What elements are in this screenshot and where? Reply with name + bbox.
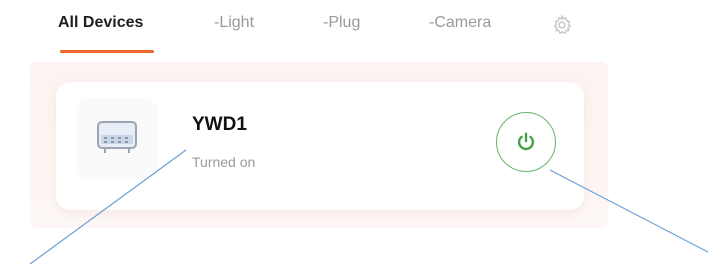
screen: All Devices -Light -Plug -Camera YWD1 Tu… — [0, 0, 708, 264]
tab-plug[interactable]: -Plug — [323, 14, 360, 32]
power-icon — [517, 132, 535, 151]
device-category-tabs: All Devices -Light -Plug -Camera — [0, 0, 708, 60]
device-icon — [76, 98, 158, 180]
tab-all-devices[interactable]: All Devices — [58, 14, 143, 32]
gear-icon[interactable] — [551, 14, 573, 36]
tab-light[interactable]: -Light — [214, 14, 254, 32]
tab-camera[interactable]: -Camera — [429, 14, 491, 32]
device-card[interactable]: YWD1 Turned on — [56, 82, 584, 210]
device-status: Turned on — [192, 154, 256, 170]
active-tab-indicator — [60, 50, 154, 53]
power-button[interactable] — [496, 112, 556, 172]
device-name: YWD1 — [192, 114, 247, 135]
